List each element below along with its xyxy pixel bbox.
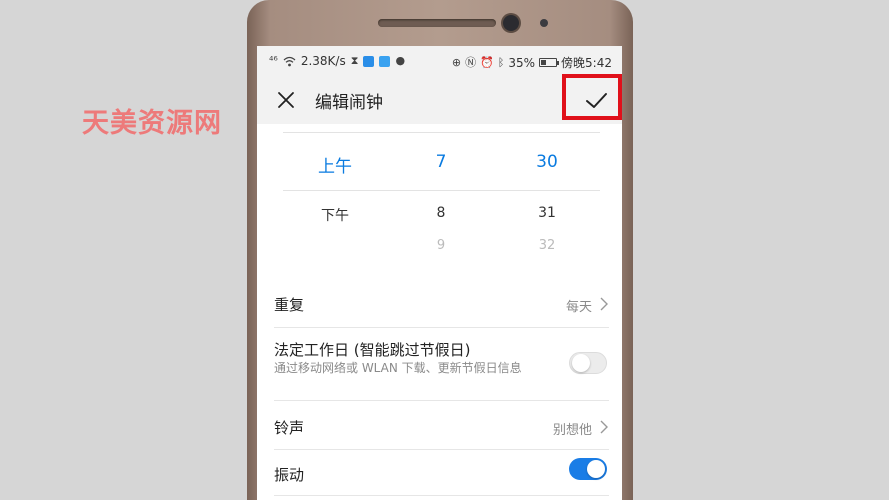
proximity-sensor (540, 19, 548, 27)
battery-icon (539, 58, 560, 67)
bluetooth-icon: ᛒ (497, 55, 505, 69)
network-speed: 2.38K/s (300, 54, 346, 68)
minute-selected[interactable]: 30 (507, 152, 587, 172)
repeat-row[interactable]: 重复 每天 (274, 278, 609, 326)
period-selected[interactable]: 上午 (295, 152, 375, 177)
close-icon[interactable] (274, 88, 298, 112)
vibrate-row[interactable]: 振动 (274, 450, 609, 496)
picker-divider-top (283, 132, 600, 133)
message-icon: ● (395, 54, 406, 67)
ringtone-label: 铃声 (274, 419, 305, 437)
picker-divider-bottom (283, 190, 600, 191)
watermark-text: 天美资源网 (82, 108, 222, 139)
app-notification-icon-2 (379, 55, 391, 67)
minute-faded[interactable]: 32 (507, 238, 587, 250)
page-title: 编辑闹钟 (315, 93, 383, 113)
workday-toggle[interactable] (569, 352, 607, 374)
repeat-value: 每天 (565, 300, 592, 315)
ringtone-row[interactable]: 铃声 别想他 (274, 401, 609, 449)
signal-icon: ⁴⁶ (269, 54, 278, 67)
battery-percent: 35% (508, 55, 536, 70)
phone-top-bezel (247, 0, 633, 46)
confirm-highlight-box (562, 74, 622, 120)
toggle-knob (572, 354, 590, 372)
ringtone-value: 别想他 (552, 423, 592, 438)
alarm-icon: ⏰ (480, 55, 494, 69)
workday-sublabel: 通过移动网络或 WLAN 下载、更新节假日信息 (274, 361, 522, 375)
time-picker[interactable]: 上午 下午 7 8 9 30 31 32 (257, 124, 622, 266)
period-next[interactable]: 下午 (295, 205, 375, 225)
front-camera-icon (503, 15, 519, 31)
chevron-right-icon (600, 297, 608, 311)
divider (274, 495, 609, 496)
toggle-knob (587, 460, 605, 478)
minute-next[interactable]: 31 (507, 205, 587, 221)
nfc-icon: Ⓝ (465, 55, 477, 69)
sync-icon: ⊕ (451, 55, 462, 69)
earpiece-speaker (378, 19, 496, 27)
vibrate-toggle[interactable] (569, 458, 607, 480)
hour-faded[interactable]: 9 (401, 238, 481, 250)
app-notification-icon (363, 55, 375, 67)
battery-fill (541, 60, 547, 65)
status-time: 傍晚5:42 (561, 56, 612, 70)
chevron-right-icon (600, 420, 608, 434)
status-bar: ⁴⁶ 2.38K/s ⧗ ● ⊕ Ⓝ ⏰ ᛒ 35% 傍晚5:42 (257, 46, 622, 76)
wifi-icon (283, 56, 296, 66)
hour-next[interactable]: 8 (401, 205, 481, 221)
hour-selected[interactable]: 7 (401, 152, 481, 172)
repeat-label: 重复 (274, 296, 305, 314)
vibrate-label: 振动 (274, 466, 305, 484)
workday-label: 法定工作日 (智能跳过节假日) (274, 341, 471, 359)
workday-row[interactable]: 法定工作日 (智能跳过节假日) 通过移动网络或 WLAN 下载、更新节假日信息 (274, 328, 609, 400)
hourglass-icon: ⧗ (350, 54, 359, 67)
